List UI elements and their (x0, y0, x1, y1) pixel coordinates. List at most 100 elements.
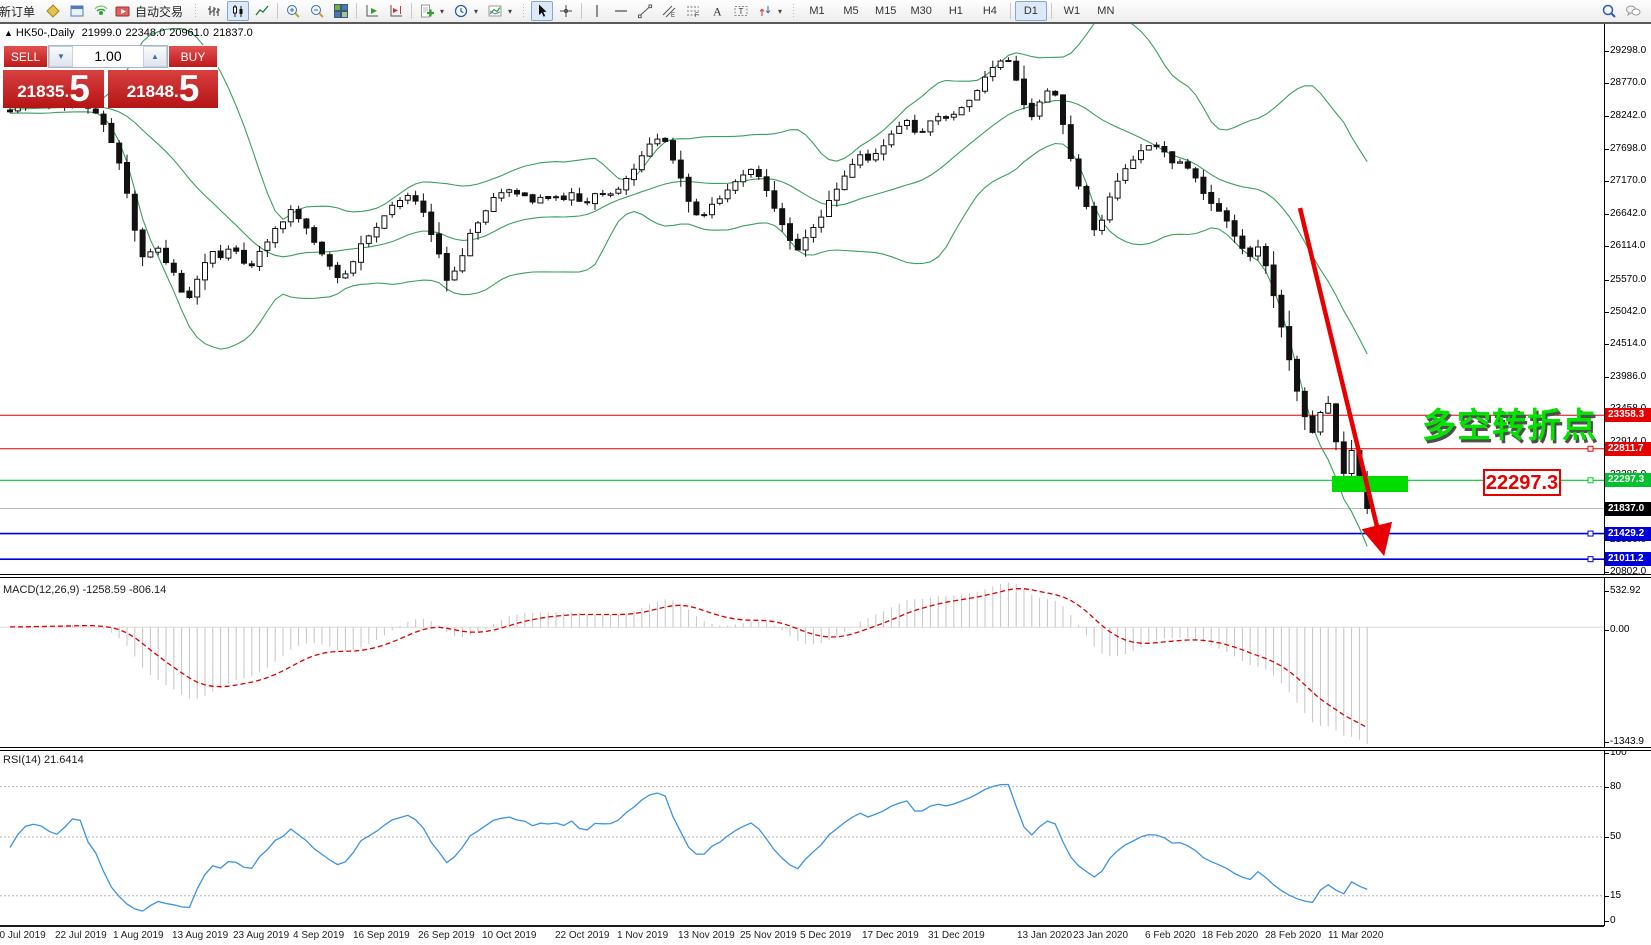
volume-input[interactable]: 1.00 (73, 46, 143, 67)
candle (1326, 403, 1331, 413)
cursor-icon[interactable] (531, 1, 553, 21)
tile-windows-icon[interactable] (330, 1, 352, 21)
date-tick-label: 23 Jan 2020 (1073, 930, 1128, 941)
chart-shift-icon[interactable] (385, 1, 407, 21)
candle (1061, 95, 1066, 125)
candle (491, 198, 496, 212)
tab-timeframe-d1[interactable]: D1 (1015, 1, 1047, 21)
periods-caret-icon[interactable]: ▾ (474, 7, 483, 16)
candle (281, 222, 286, 229)
line-anchor-marker[interactable] (1588, 478, 1593, 483)
tab-timeframe-m5[interactable]: M5 (835, 1, 867, 21)
candle (788, 224, 793, 241)
candle (764, 177, 769, 191)
candle (585, 202, 590, 203)
candle (1279, 295, 1284, 327)
candle (897, 126, 902, 133)
tab-timeframe-m30[interactable]: M30 (904, 1, 937, 21)
axis-tick (1604, 149, 1609, 150)
candle (187, 291, 192, 297)
candle (803, 238, 808, 250)
tab-timeframe-m1[interactable]: M1 (801, 1, 833, 21)
macd-scale-label: -1343.9 (1610, 736, 1644, 747)
indicators-icon[interactable] (416, 1, 438, 21)
turning-point-annotation[interactable]: 多空转折点 (1422, 398, 1597, 447)
zoom-out-icon[interactable] (306, 1, 328, 21)
candle (1170, 152, 1175, 163)
line-anchor-marker[interactable] (1588, 446, 1593, 451)
pane-separator[interactable] (0, 747, 1651, 751)
label-icon[interactable]: T (730, 1, 752, 21)
volume-down-button[interactable]: ▼ (49, 46, 73, 67)
candle (1349, 451, 1354, 474)
tab-timeframe-mn[interactable]: MN (1090, 1, 1122, 21)
candle (1092, 206, 1097, 229)
macd-pane[interactable] (0, 578, 1651, 747)
search-icon[interactable] (1598, 1, 1620, 21)
candle (15, 108, 20, 111)
vline-icon[interactable] (586, 1, 608, 21)
candle (624, 179, 629, 190)
candlestick-icon[interactable] (227, 1, 249, 21)
date-tick-label: 6 Feb 2020 (1145, 930, 1196, 941)
rsi-pane[interactable] (0, 751, 1651, 925)
tab-timeframe-h4[interactable]: H4 (974, 1, 1006, 21)
tab-timeframe-m15[interactable]: M15 (869, 1, 902, 21)
crosshair-icon[interactable] (555, 1, 577, 21)
candle (772, 191, 777, 208)
sell-price-pip: 5 (69, 71, 90, 107)
toolbar-grip[interactable] (193, 4, 198, 18)
price-tick-label: 28770.0 (1610, 77, 1646, 88)
candle (117, 143, 122, 163)
templates-caret-icon[interactable]: ▾ (508, 7, 517, 16)
candle (569, 193, 574, 200)
price-tick-label: 24514.0 (1610, 338, 1646, 349)
candle (1162, 147, 1167, 152)
candle (983, 77, 988, 91)
new-order-button[interactable]: 新订单 (0, 1, 40, 21)
chat-icon[interactable] (1622, 1, 1644, 21)
signal-icon[interactable] (90, 1, 112, 21)
gold-icon[interactable] (42, 1, 64, 21)
hline-icon[interactable] (610, 1, 632, 21)
candle (335, 265, 340, 277)
price-tick-label: 27698.0 (1610, 143, 1646, 154)
candle (444, 254, 449, 281)
panel-collapse-arrow[interactable]: ▲ (4, 28, 13, 38)
templates-icon[interactable] (484, 1, 506, 21)
indicators-caret-icon[interactable]: ▾ (440, 7, 449, 16)
zoom-in-icon[interactable] (282, 1, 304, 21)
channel-icon[interactable]: E (658, 1, 680, 21)
date-tick-label: 11 Mar 2020 (1328, 930, 1383, 941)
text-icon[interactable]: A (706, 1, 728, 21)
macd-main-value: -1258.59 (82, 584, 125, 596)
arrows-icon[interactable] (754, 1, 776, 21)
buy-button[interactable]: BUY (168, 45, 218, 68)
periods-icon[interactable] (450, 1, 472, 21)
price-chart[interactable] (0, 24, 1651, 574)
line-anchor-marker[interactable] (1588, 557, 1593, 562)
date-tick-label: 13 Nov 2019 (678, 930, 735, 941)
bar-chart-icon[interactable] (203, 1, 225, 21)
trendline-icon[interactable] (634, 1, 656, 21)
sell-price-button[interactable]: 21835.5 (3, 70, 104, 108)
support-price-label[interactable]: 22297.3 (1483, 469, 1561, 496)
arrows-caret-icon[interactable]: ▾ (778, 7, 787, 16)
autotrading-button[interactable]: 自动交易 (114, 1, 188, 21)
candle (156, 248, 161, 252)
terminal-icon[interactable] (66, 1, 88, 21)
tab-timeframe-w1[interactable]: W1 (1056, 1, 1088, 21)
toolbar-grip[interactable] (791, 4, 796, 18)
fibo-icon[interactable]: F (682, 1, 704, 21)
buy-price-button[interactable]: 21848.5 (108, 70, 218, 108)
toolbar-grip[interactable] (521, 4, 526, 18)
line-anchor-marker[interactable] (1588, 531, 1593, 536)
line-chart-icon[interactable] (251, 1, 273, 21)
sell-button[interactable]: SELL (3, 45, 48, 68)
tab-timeframe-h1[interactable]: H1 (940, 1, 972, 21)
auto-scroll-icon[interactable] (361, 1, 383, 21)
trend-arrow-object[interactable] (1300, 208, 1381, 543)
pane-separator[interactable] (0, 574, 1651, 578)
candle (749, 169, 754, 174)
volume-up-button[interactable]: ▲ (143, 46, 167, 67)
